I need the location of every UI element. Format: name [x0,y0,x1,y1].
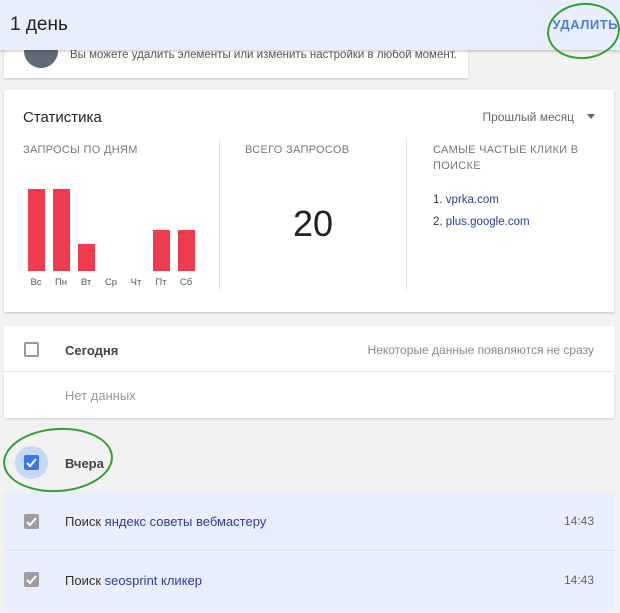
site-link[interactable]: plus.google.com [446,216,530,228]
day-label: Ср [104,277,118,288]
queries-bar-chart: Вс Пн Вт Ср Чт Пт Сб [22,160,202,290]
top-clicks-label-line2: ПОИСКЕ [433,160,481,172]
row-checkbox[interactable] [24,572,39,587]
statistics-card: Статистика Прошлый месяц ЗАПРОСЫ ПО ДНЯМ… [4,90,614,312]
top-clicks-label-line1: САМЫЕ ЧАСТЫЕ КЛИКИ В [433,144,579,156]
notice-text: Вы можете удалить элементы или изменить … [70,49,457,61]
day-label: Пт [155,277,167,288]
timestamp: 14:43 [563,514,594,528]
row-checkbox[interactable] [24,514,39,529]
statistics-title: Статистика [23,109,102,126]
day-label: Чт [130,277,142,288]
chart-bar [153,230,170,271]
check-icon [26,575,37,585]
queries-by-day-label: ЗАПРОСЫ ПО ДНЯМ [23,144,138,156]
top-click-item: 2. plus.google.com [433,216,530,228]
divider [219,139,220,291]
history-item-text[interactable]: Поиск яндекс советы вебмастеру [65,514,266,529]
chart-bar [178,230,195,271]
today-header-row: Сегодня Некоторые данные появляются не с… [4,326,614,372]
chart-bar [53,189,70,271]
check-icon [26,458,37,468]
chevron-down-icon[interactable] [587,114,595,119]
check-icon [26,517,37,527]
day-label: Пн [54,277,68,288]
list-number: 1. [433,194,443,206]
total-queries-label: ВСЕГО ЗАПРОСОВ [245,144,350,156]
total-queries-value: 20 [293,203,334,244]
delete-button[interactable]: УДАЛИТЬ [553,17,619,32]
timestamp: 14:43 [563,573,594,587]
page-title: 1 день [10,14,68,35]
search-prefix: Поиск [65,573,102,588]
history-row[interactable]: Поиск яндекс советы вебмастеру 14:43 [4,492,614,551]
header-bar: 1 день УДАЛИТЬ [0,0,620,50]
day-label: Вс [30,277,42,288]
query-link[interactable]: яндекс советы вебмастеру [105,514,267,529]
history-row[interactable]: Поиск seosprint кликер 14:43 [4,552,614,611]
day-label: Сб [179,277,193,288]
empty-state-text: Нет данных [65,388,136,403]
list-number: 2. [433,216,443,228]
yesterday-checkbox[interactable] [24,455,39,470]
divider [406,139,407,291]
top-click-item: 1. vprka.com [433,194,499,206]
today-empty-row: Нет данных [4,372,614,418]
period-select[interactable]: Прошлый месяц [482,110,574,124]
site-link[interactable]: vprka.com [446,194,499,206]
query-link[interactable]: seosprint кликер [105,573,202,588]
chart-bar [78,244,95,271]
today-label: Сегодня [65,343,119,358]
search-prefix: Поиск [65,514,102,529]
yesterday-label: Вчера [65,456,104,471]
today-checkbox[interactable] [24,342,39,357]
history-item-text[interactable]: Поиск seosprint кликер [65,573,202,588]
chart-bar [28,189,45,271]
day-label: Вт [80,277,92,288]
delay-note: Некоторые данные появляются не сразу [367,343,594,357]
